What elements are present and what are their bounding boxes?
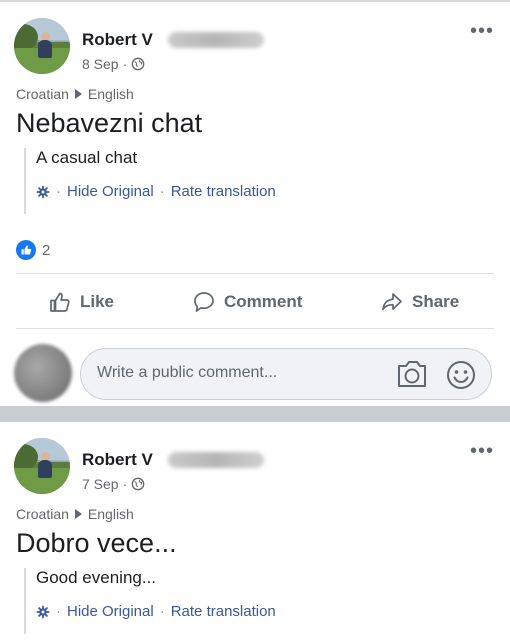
author-avatar[interactable] — [14, 18, 70, 74]
divider — [16, 328, 494, 329]
translation-actions: · Hide Original · Rate translation — [36, 183, 276, 200]
author-name[interactable]: Robert V — [82, 30, 153, 50]
source-language: Croatian — [16, 86, 69, 102]
action-separator: · — [56, 603, 61, 620]
arrow-right-icon — [74, 509, 82, 519]
hide-original-link[interactable]: Hide Original — [67, 603, 154, 620]
comment-input[interactable]: Write a public comment... — [80, 348, 492, 400]
post-meta: 8 Sep · — [82, 56, 145, 72]
action-separator: · — [159, 603, 165, 620]
more-options-icon[interactable]: ••• — [470, 441, 494, 461]
globe-icon — [131, 477, 145, 491]
gear-icon[interactable] — [36, 185, 50, 199]
translation-actions: · Hide Original · Rate translation — [36, 603, 276, 620]
share-label: Share — [412, 292, 460, 311]
share-arrow-icon — [382, 293, 402, 311]
meta-separator: · — [122, 476, 128, 492]
comment-button[interactable]: Comment — [192, 288, 302, 316]
gear-icon[interactable] — [36, 605, 50, 619]
author-name[interactable]: Robert V — [82, 450, 153, 470]
like-button[interactable]: Like — [48, 288, 114, 316]
translation-block: Good evening... · Hide Original · Rate t… — [24, 568, 326, 634]
post-card: Robert V 7 Sep · ••• Croatian English Do… — [0, 422, 510, 644]
speech-bubble-icon — [194, 292, 214, 312]
reaction-summary[interactable]: 2 — [16, 240, 50, 260]
post-original-text: Nebavezni chat — [16, 108, 203, 138]
more-options-icon[interactable]: ••• — [470, 21, 494, 41]
like-count: 2 — [42, 241, 51, 259]
camera-icon[interactable] — [395, 359, 429, 389]
source-language: Croatian — [16, 506, 69, 522]
meta-separator: · — [122, 56, 128, 72]
thumbs-up-icon — [50, 292, 70, 312]
post-meta: 7 Sep · — [82, 476, 145, 492]
comment-label: Comment — [224, 292, 303, 311]
post-original-text: Dobro vece... — [16, 528, 177, 558]
hide-original-link[interactable]: Hide Original — [67, 183, 154, 200]
arrow-right-icon — [74, 89, 82, 99]
rate-translation-link[interactable]: Rate translation — [171, 183, 276, 200]
like-label: Like — [80, 292, 115, 311]
redacted-surname — [168, 32, 264, 48]
divider — [16, 273, 494, 274]
translation-languages: Croatian English — [16, 86, 134, 102]
post-date[interactable]: 7 Sep — [82, 476, 119, 492]
action-separator: · — [159, 183, 165, 200]
current-user-avatar[interactable] — [14, 344, 72, 402]
feed-separator — [0, 406, 510, 422]
redacted-surname — [168, 452, 264, 468]
rate-translation-link[interactable]: Rate translation — [171, 603, 276, 620]
translation-block: A casual chat · Hide Original · Rate tra… — [24, 148, 326, 214]
smiley-icon[interactable] — [445, 359, 477, 391]
like-reaction-icon — [16, 240, 36, 260]
translated-text: Good evening... — [36, 568, 157, 587]
action-separator: · — [56, 183, 61, 200]
post-date[interactable]: 8 Sep — [82, 56, 119, 72]
target-language: English — [87, 506, 134, 522]
post-card: Robert V 8 Sep · ••• Croatian English Ne… — [0, 2, 510, 406]
author-avatar[interactable] — [14, 438, 70, 494]
globe-icon — [131, 57, 145, 71]
translated-text: A casual chat — [36, 148, 138, 167]
target-language: English — [87, 86, 134, 102]
comment-placeholder: Write a public comment... — [97, 364, 278, 381]
share-button[interactable]: Share — [380, 288, 459, 316]
translation-languages: Croatian English — [16, 506, 134, 522]
